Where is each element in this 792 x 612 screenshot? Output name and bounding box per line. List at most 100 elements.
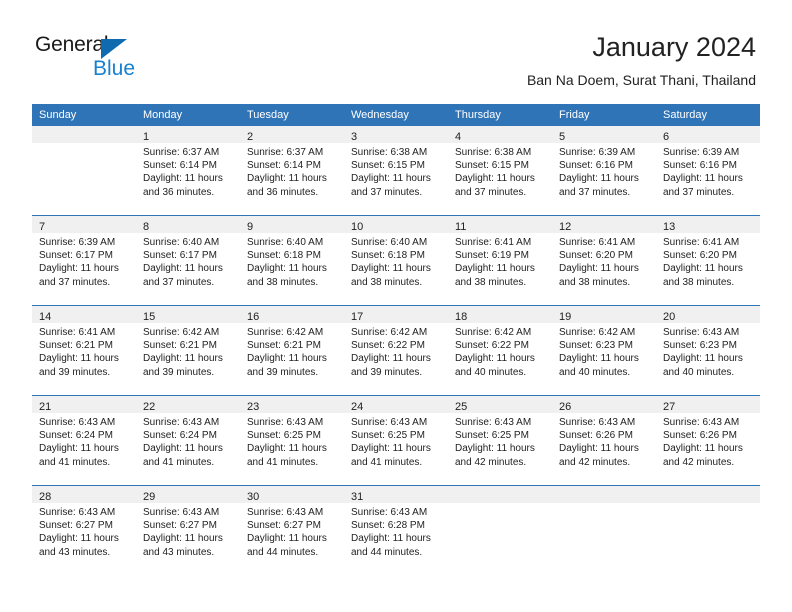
calendar-day-cell[interactable]: 5 Sunrise: 6:39 AM Sunset: 6:16 PM Daylight… [552, 126, 656, 216]
calendar-day-cell[interactable]: 24 Sunrise: 6:43 AM Sunset: 6:25 PM Dayligh… [344, 395, 448, 486]
sunset-text: Sunset: 6:23 PM [559, 340, 633, 352]
day-details: Sunrise: 6:42 AM Sunset: 6:22 PM Daylight:… [448, 323, 552, 379]
sunrise-text: Sunrise: 6:39 AM [559, 147, 636, 158]
calendar-day-cell[interactable]: 30 Sunrise: 6:43 AM Sunset: 6:27 PM Dayligh… [240, 485, 344, 575]
sunset-text: Sunset: 6:25 PM [351, 430, 425, 442]
sunset-text: Sunset: 6:24 PM [143, 430, 217, 442]
daylight-text-line2: and 37 minutes. [663, 186, 735, 198]
sunset-text: Sunset: 6:26 PM [663, 430, 737, 442]
daylight-text-line1: Daylight: 11 hours [351, 533, 431, 545]
sunrise-text: Sunrise: 6:41 AM [455, 237, 532, 248]
sunrise-text: Sunrise: 6:41 AM [39, 327, 116, 338]
day-number-band: 10 [344, 216, 448, 233]
calendar-day-cell[interactable]: 15 Sunrise: 6:42 AM Sunset: 6:21 PM Dayligh… [136, 305, 240, 396]
calendar-day-cell[interactable]: 18 Sunrise: 6:42 AM Sunset: 6:22 PM Dayligh… [448, 305, 552, 396]
calendar-day-cell[interactable]: 29 Sunrise: 6:43 AM Sunset: 6:27 PM Dayligh… [136, 485, 240, 575]
day-cell-content: 5 Sunrise: 6:39 AM Sunset: 6:16 PM Daylight… [552, 126, 656, 215]
day-number-band: 24 [344, 396, 448, 413]
day-cell-content: 8 Sunrise: 6:40 AM Sunset: 6:17 PM Daylight… [136, 216, 240, 305]
calendar-day-cell[interactable]: 21 Sunrise: 6:43 AM Sunset: 6:24 PM Dayligh… [32, 395, 136, 486]
sunrise-text: Sunrise: 6:37 AM [247, 147, 324, 158]
daylight-text-line2: and 37 minutes. [455, 186, 527, 198]
daylight-text-line1: Daylight: 11 hours [455, 443, 535, 455]
day-cell-content: 6 Sunrise: 6:39 AM Sunset: 6:16 PM Daylight… [656, 126, 760, 215]
calendar-day-cell[interactable]: 1 Sunrise: 6:37 AM Sunset: 6:14 PM Daylight… [136, 126, 240, 216]
day-details: Sunrise: 6:43 AM Sunset: 6:28 PM Daylight:… [344, 503, 448, 559]
calendar-day-cell[interactable]: 20 Sunrise: 6:43 AM Sunset: 6:23 PM Dayligh… [656, 305, 760, 396]
calendar-day-cell[interactable]: 6 Sunrise: 6:39 AM Sunset: 6:16 PM Daylight… [656, 126, 760, 216]
day-number-band: 5 [552, 126, 656, 143]
sunset-text: Sunset: 6:18 PM [351, 250, 425, 262]
daylight-text-line2: and 38 minutes. [351, 276, 423, 288]
calendar-day-cell[interactable]: 9 Sunrise: 6:40 AM Sunset: 6:18 PM Daylight… [240, 215, 344, 306]
calendar-day-cell[interactable]: 17 Sunrise: 6:42 AM Sunset: 6:22 PM Dayligh… [344, 305, 448, 396]
day-number-band [32, 126, 136, 143]
daylight-text-line1: Daylight: 11 hours [455, 263, 535, 275]
day-number-band: 12 [552, 216, 656, 233]
calendar-page: General Blue January 2024 Ban Na Doem, S… [0, 0, 792, 612]
day-cell-content: 27 Sunrise: 6:43 AM Sunset: 6:26 PM Dayligh… [656, 396, 760, 485]
daylight-text-line2: and 39 minutes. [351, 366, 423, 378]
calendar-day-cell[interactable]: 25 Sunrise: 6:43 AM Sunset: 6:25 PM Dayligh… [448, 395, 552, 486]
calendar-day-cell[interactable]: 28 Sunrise: 6:43 AM Sunset: 6:27 PM Dayligh… [32, 485, 136, 575]
daylight-text-line2: and 39 minutes. [143, 366, 215, 378]
calendar-day-cell[interactable]: 2 Sunrise: 6:37 AM Sunset: 6:14 PM Daylight… [240, 126, 344, 216]
calendar-day-cell[interactable]: 8 Sunrise: 6:40 AM Sunset: 6:17 PM Daylight… [136, 215, 240, 306]
daylight-text-line2: and 38 minutes. [455, 276, 527, 288]
daylight-text-line1: Daylight: 11 hours [39, 533, 119, 545]
calendar-day-cell[interactable]: 4 Sunrise: 6:38 AM Sunset: 6:15 PM Daylight… [448, 126, 552, 216]
calendar-day-cell[interactable]: 14 Sunrise: 6:41 AM Sunset: 6:21 PM Dayligh… [32, 305, 136, 396]
day-cell-content: 13 Sunrise: 6:41 AM Sunset: 6:20 PM Dayligh… [656, 216, 760, 305]
day-details: Sunrise: 6:43 AM Sunset: 6:23 PM Daylight:… [656, 323, 760, 379]
day-number-band: 26 [552, 396, 656, 413]
calendar-day-cell[interactable]: 23 Sunrise: 6:43 AM Sunset: 6:25 PM Dayligh… [240, 395, 344, 486]
daylight-text-line1: Daylight: 11 hours [143, 353, 223, 365]
day-number-band: 15 [136, 306, 240, 323]
daylight-text-line1: Daylight: 11 hours [143, 533, 223, 545]
day-cell-content: 4 Sunrise: 6:38 AM Sunset: 6:15 PM Daylight… [448, 126, 552, 215]
day-number: 18 [455, 311, 468, 323]
daylight-text-line2: and 38 minutes. [663, 276, 735, 288]
calendar-day-cell[interactable]: 26 Sunrise: 6:43 AM Sunset: 6:26 PM Dayligh… [552, 395, 656, 486]
day-cell-content: 16 Sunrise: 6:42 AM Sunset: 6:21 PM Dayligh… [240, 306, 344, 395]
general-blue-logo[interactable]: General Blue [35, 33, 175, 85]
page-subtitle: Ban Na Doem, Surat Thani, Thailand [526, 72, 756, 88]
day-details: Sunrise: 6:40 AM Sunset: 6:17 PM Daylight:… [136, 233, 240, 289]
calendar-day-cell[interactable]: 3 Sunrise: 6:38 AM Sunset: 6:15 PM Daylight… [344, 126, 448, 216]
sunrise-text: Sunrise: 6:42 AM [143, 327, 220, 338]
calendar-day-cell[interactable]: 11 Sunrise: 6:41 AM Sunset: 6:19 PM Dayligh… [448, 215, 552, 306]
sunset-text: Sunset: 6:15 PM [351, 160, 425, 172]
calendar-day-cell[interactable]: 12 Sunrise: 6:41 AM Sunset: 6:20 PM Dayligh… [552, 215, 656, 306]
day-details: Sunrise: 6:43 AM Sunset: 6:27 PM Daylight:… [240, 503, 344, 559]
day-number: 26 [559, 401, 572, 413]
day-number: 19 [559, 311, 572, 323]
daylight-text-line2: and 36 minutes. [247, 186, 319, 198]
day-details: Sunrise: 6:43 AM Sunset: 6:27 PM Daylight:… [32, 503, 136, 559]
day-cell-content: 2 Sunrise: 6:37 AM Sunset: 6:14 PM Daylight… [240, 126, 344, 215]
weekday-header-saturday: Saturday [656, 104, 760, 126]
day-number-band: 8 [136, 216, 240, 233]
day-cell-content: 21 Sunrise: 6:43 AM Sunset: 6:24 PM Dayligh… [32, 396, 136, 485]
calendar-day-cell[interactable]: 31 Sunrise: 6:43 AM Sunset: 6:28 PM Dayligh… [344, 485, 448, 575]
day-details: Sunrise: 6:39 AM Sunset: 6:17 PM Daylight:… [32, 233, 136, 289]
daylight-text-line2: and 38 minutes. [559, 276, 631, 288]
calendar-day-cell[interactable]: 7 Sunrise: 6:39 AM Sunset: 6:17 PM Daylight… [32, 215, 136, 306]
calendar-day-cell[interactable]: 19 Sunrise: 6:42 AM Sunset: 6:23 PM Dayligh… [552, 305, 656, 396]
sunrise-text: Sunrise: 6:43 AM [351, 417, 428, 428]
daylight-text-line1: Daylight: 11 hours [143, 263, 223, 275]
daylight-text-line1: Daylight: 11 hours [143, 173, 223, 185]
day-number-band [656, 486, 760, 503]
sunrise-text: Sunrise: 6:38 AM [455, 147, 532, 158]
day-cell-content: 7 Sunrise: 6:39 AM Sunset: 6:17 PM Daylight… [32, 216, 136, 305]
calendar-day-cell[interactable]: 16 Sunrise: 6:42 AM Sunset: 6:21 PM Dayligh… [240, 305, 344, 396]
calendar-day-cell[interactable]: 10 Sunrise: 6:40 AM Sunset: 6:18 PM Dayligh… [344, 215, 448, 306]
sunset-text: Sunset: 6:25 PM [247, 430, 321, 442]
calendar-day-cell[interactable]: 22 Sunrise: 6:43 AM Sunset: 6:24 PM Dayligh… [136, 395, 240, 486]
calendar-week-row: 7 Sunrise: 6:39 AM Sunset: 6:17 PM Daylight… [32, 215, 760, 306]
calendar-day-cell[interactable]: 13 Sunrise: 6:41 AM Sunset: 6:20 PM Dayligh… [656, 215, 760, 306]
day-number: 4 [455, 131, 462, 143]
sunset-text: Sunset: 6:21 PM [39, 340, 113, 352]
calendar-day-cell[interactable]: 27 Sunrise: 6:43 AM Sunset: 6:26 PM Dayligh… [656, 395, 760, 486]
day-details: Sunrise: 6:43 AM Sunset: 6:25 PM Daylight:… [240, 413, 344, 469]
sunset-text: Sunset: 6:17 PM [143, 250, 217, 262]
